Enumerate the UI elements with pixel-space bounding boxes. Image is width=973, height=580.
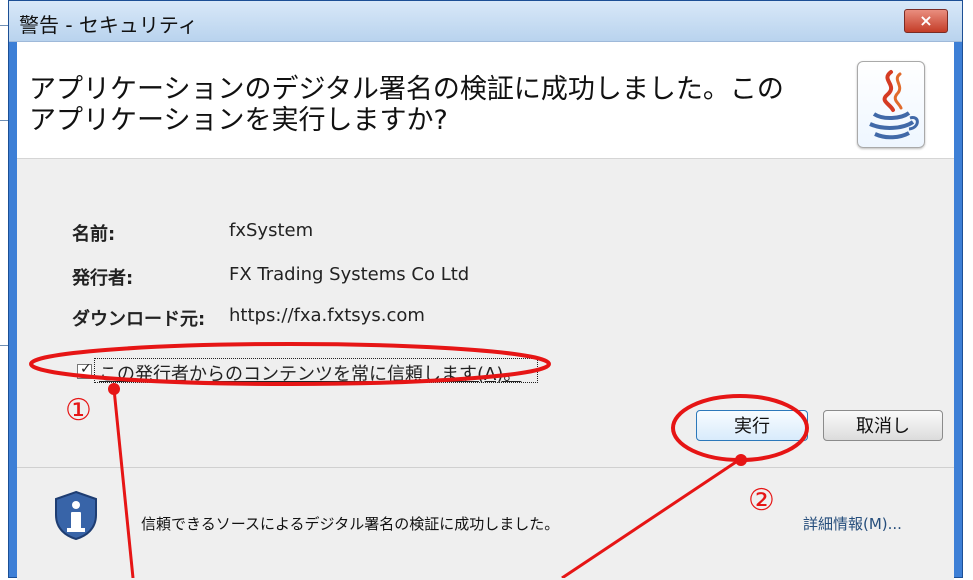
more-info-link[interactable]: 詳細情報(M)... [803, 513, 902, 534]
background-line-left-3 [0, 345, 8, 346]
run-button[interactable]: 実行 [696, 410, 808, 441]
trust-publisher-checkbox-label[interactable]: この発行者からのコンテンツを常に信頼します(A)。 [99, 360, 521, 386]
dialog-header: アプリケーションのデジタル署名の検証に成功しました。このアプリケーションを実行し… [17, 42, 954, 159]
cancel-button[interactable]: 取消し [823, 410, 943, 441]
java-cup-icon [857, 61, 925, 148]
trust-publisher-checkbox-row[interactable]: ✓ この発行者からのコンテンツを常に信頼します(A)。 [77, 358, 538, 386]
close-icon: × [919, 11, 933, 30]
publisher-value: FX Trading Systems Co Ltd [229, 264, 470, 285]
name-label: 名前: [72, 224, 116, 245]
publisher-label: 発行者: [72, 268, 134, 289]
footer-status-text: 信頼できるソースによるデジタル署名の検証に成功しました。 [141, 515, 560, 533]
window-title: 警告 - セキュリティ [19, 13, 198, 37]
close-button[interactable]: × [904, 9, 948, 33]
security-warning-window: 警告 - セキュリティ × アプリケーションのデジタル署名の検証に成功しました。… [8, 0, 963, 580]
java-cup-svg [869, 70, 919, 140]
name-value: fxSystem [229, 220, 314, 241]
shield-info-icon [55, 490, 97, 540]
background-line-left-2 [0, 120, 8, 121]
verification-message: アプリケーションのデジタル署名の検証に成功しました。このアプリケーションを実行し… [29, 74, 784, 136]
trust-publisher-checkbox[interactable]: ✓ [77, 361, 92, 379]
check-icon: ✓ [80, 361, 92, 377]
window-titlebar: 警告 - セキュリティ × [9, 1, 962, 42]
background-line-left-1 [0, 25, 8, 26]
download-source-value: https://fxa.fxtsys.com [229, 305, 425, 326]
download-source-label: ダウンロード元: [72, 309, 206, 330]
dialog-client-area: アプリケーションのデジタル署名の検証に成功しました。このアプリケーションを実行し… [17, 42, 954, 580]
